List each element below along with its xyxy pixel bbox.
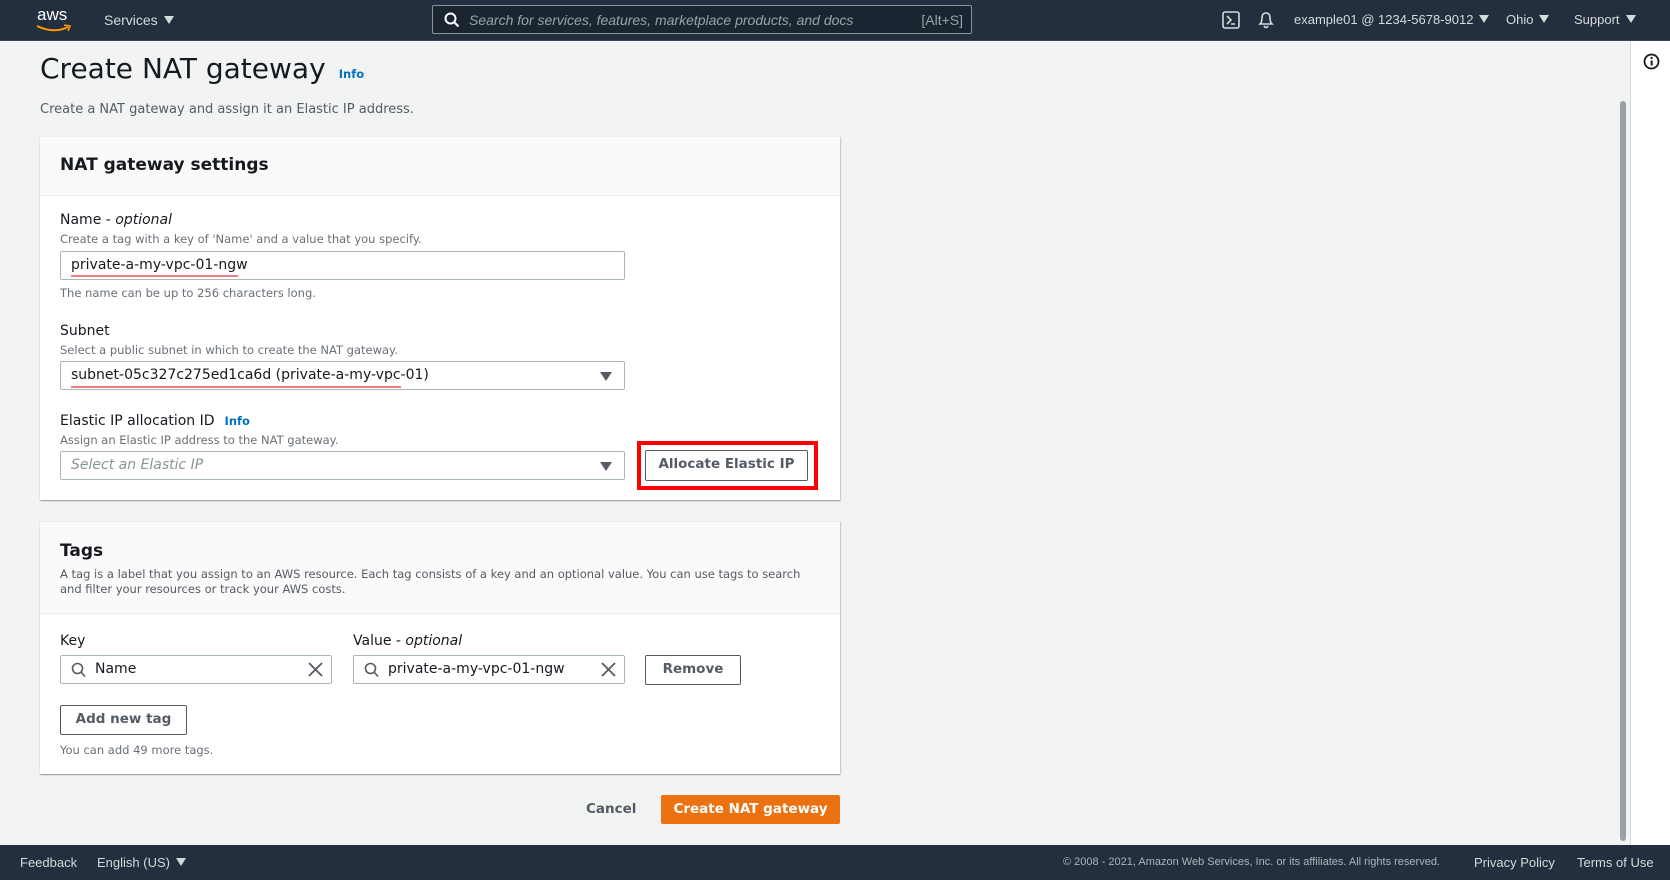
subnet-label: Subnet	[60, 323, 110, 339]
notifications-bell-icon[interactable]	[1257, 10, 1275, 30]
search-placeholder: Search for services, features, marketpla…	[469, 12, 854, 28]
search-icon	[444, 12, 460, 28]
region-menu[interactable]: Ohio	[1506, 12, 1550, 27]
name-label: Name - optional	[60, 212, 172, 228]
eip-label-text: Elastic IP allocation ID	[60, 413, 215, 429]
eip-placeholder: Select an Elastic IP	[71, 457, 204, 473]
add-new-tag-button[interactable]: Add new tag	[60, 705, 187, 735]
eip-label: Elastic IP allocation ID Info	[60, 413, 250, 429]
eip-description: Assign an Elastic IP address to the NAT …	[60, 433, 339, 447]
clear-icon[interactable]	[308, 662, 323, 677]
terms-of-use-link[interactable]: Terms of Use	[1577, 855, 1654, 870]
caret-down-icon	[175, 858, 186, 866]
account-label: example01 @ 1234-5678-9012	[1294, 12, 1474, 27]
search-icon	[71, 662, 86, 678]
create-nat-gateway-button[interactable]: Create NAT gateway	[661, 795, 840, 824]
optional-label: optional	[115, 212, 173, 228]
feedback-link[interactable]: Feedback	[20, 855, 77, 870]
search-input[interactable]: Search for services, features, marketpla…	[432, 5, 972, 34]
tags-panel: Tags A tag is a label that you assign to…	[40, 521, 840, 774]
support-label: Support	[1574, 12, 1620, 27]
copyright: © 2008 - 2021, Amazon Web Services, Inc.…	[1063, 856, 1440, 868]
tag-value-value: private-a-my-vpc-01-ngw	[388, 661, 565, 677]
key-label: Key	[60, 633, 86, 649]
tag-value-input[interactable]: private-a-my-vpc-01-ngw	[353, 655, 625, 684]
allocate-elastic-ip-button[interactable]: Allocate Elastic IP	[645, 450, 808, 481]
scrollbar-thumb[interactable]	[1620, 101, 1626, 841]
support-menu[interactable]: Support	[1574, 12, 1636, 27]
language-selector[interactable]: English (US)	[97, 855, 186, 870]
tag-key-input[interactable]: Name	[60, 655, 332, 684]
panel-header: NAT gateway settings	[40, 137, 840, 196]
value-label-text: Value -	[353, 633, 406, 649]
services-label: Services	[104, 12, 158, 28]
cloudshell-icon[interactable]	[1222, 11, 1240, 29]
nat-gateway-settings-panel: NAT gateway settings Name - optional Cre…	[40, 136, 840, 500]
clear-icon[interactable]	[601, 662, 616, 677]
name-value: private-a-my-vpc-01-ngw	[71, 257, 248, 273]
caret-down-icon	[1539, 15, 1550, 23]
privacy-policy-link[interactable]: Privacy Policy	[1474, 855, 1555, 870]
panel-header: Tags A tag is a label that you assign to…	[40, 522, 840, 614]
search-icon	[364, 662, 379, 678]
footer: Feedback English (US) © 2008 - 2021, Ama…	[0, 845, 1670, 880]
optional-label: optional	[405, 633, 463, 649]
subnet-value: subnet-05c327c275ed1ca6d (private-a-my-v…	[71, 367, 429, 383]
account-menu[interactable]: example01 @ 1234-5678-9012	[1294, 12, 1490, 27]
name-label-text: Name -	[60, 212, 116, 228]
caret-down-icon	[163, 16, 174, 24]
tags-helper: You can add 49 more tags.	[60, 743, 214, 757]
caret-down-icon	[1625, 15, 1636, 23]
tag-key-value: Name	[95, 661, 137, 677]
aws-logo[interactable]: aws	[36, 5, 72, 33]
tags-description: A tag is a label that you assign to an A…	[60, 567, 801, 596]
eip-info-link[interactable]: Info	[225, 414, 250, 428]
top-navigation: aws Services Search for services, featur…	[0, 0, 1670, 41]
region-label: Ohio	[1506, 12, 1534, 27]
value-label: Value - optional	[353, 633, 462, 649]
tags-title: Tags	[60, 541, 104, 561]
search-shortcut: [Alt+S]	[921, 12, 963, 28]
page-subtitle: Create a NAT gateway and assign it an El…	[40, 102, 414, 117]
eip-select[interactable]: Select an Elastic IP	[60, 451, 625, 480]
page-info-link[interactable]: Info	[339, 67, 364, 81]
caret-down-icon	[1479, 15, 1490, 23]
caret-down-icon	[600, 462, 612, 471]
spellcheck-underline	[71, 275, 238, 277]
info-icon[interactable]	[1643, 53, 1660, 70]
spellcheck-underline	[71, 386, 401, 388]
caret-down-icon	[600, 372, 612, 381]
page-title-row: Create NAT gateway Info	[40, 52, 364, 85]
scrollbar[interactable]	[1616, 41, 1630, 845]
remove-tag-button[interactable]: Remove	[645, 655, 741, 685]
services-menu[interactable]: Services	[104, 12, 174, 28]
panel-title: NAT gateway settings	[60, 155, 269, 175]
cancel-button[interactable]: Cancel	[586, 801, 636, 817]
help-panel-rail	[1630, 41, 1670, 845]
subnet-description: Select a public subnet in which to creat…	[60, 343, 398, 357]
smile-arrow-icon	[36, 24, 72, 32]
page-title: Create NAT gateway	[40, 52, 326, 85]
name-helper: The name can be up to 256 characters lon…	[60, 286, 316, 300]
language-label: English (US)	[97, 855, 170, 870]
name-description: Create a tag with a key of 'Name' and a …	[60, 232, 422, 246]
